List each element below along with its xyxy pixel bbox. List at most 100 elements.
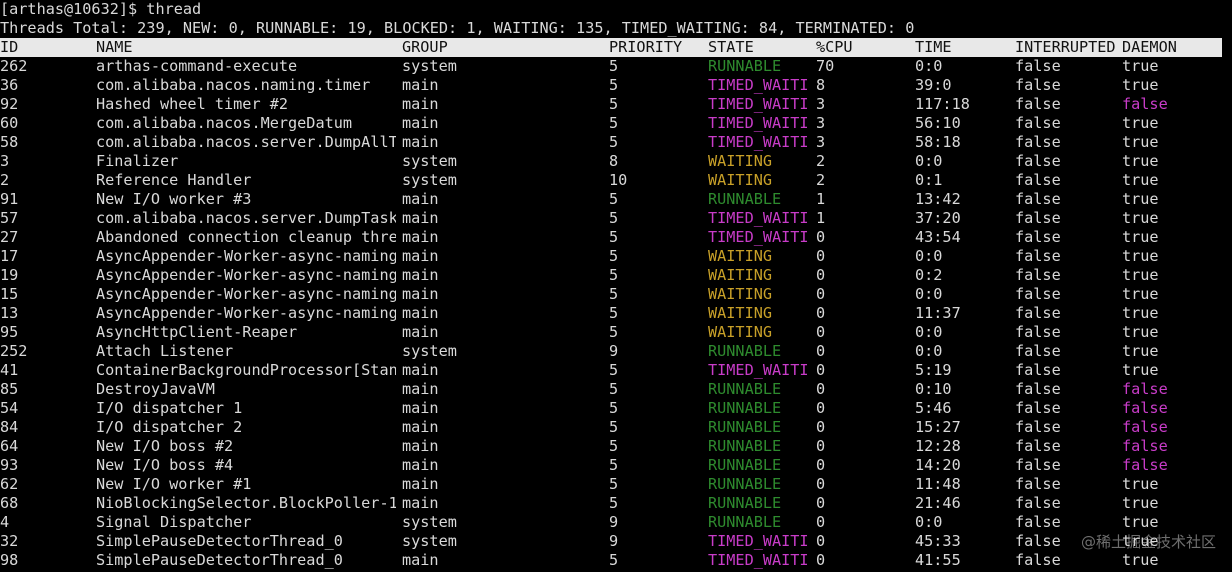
cell-cpu: 0 [816, 513, 826, 531]
cell-interrupted: false [1015, 152, 1061, 170]
header-daemon: DAEMON [1122, 38, 1177, 56]
cell-time: 0:0 [915, 285, 943, 303]
cell-cpu: 0 [816, 532, 826, 550]
cell-cpu: 0 [816, 342, 826, 360]
table-row: 4 Signal Dispatcher system 9 RUNNABLE 0 0:0 fal… [0, 513, 1222, 532]
cell-group: main [402, 228, 439, 246]
cell-group: system [402, 57, 457, 75]
cell-state: TIMED_WAITI [708, 133, 809, 151]
command-prompt: [arthas@10632]$ thread [0, 0, 202, 18]
cell-time: 12:28 [915, 437, 961, 455]
cell-name: AsyncAppender-Worker-async-naming [96, 266, 396, 284]
cell-priority: 8 [609, 152, 619, 170]
cell-interrupted: false [1015, 323, 1061, 341]
cell-id: 85 [0, 380, 19, 398]
cell-name: I/O dispatcher 1 [96, 399, 243, 417]
cell-id: 17 [0, 247, 19, 265]
table-row: 68 NioBlockingSelector.BlockPoller-1 main 5… [0, 494, 1222, 513]
cell-time: 5:46 [915, 399, 952, 417]
cell-name: arthas-command-execute [96, 57, 298, 75]
table-row: 15 AsyncAppender-Worker-async-naming main 5… [0, 285, 1222, 304]
cell-time: 41:55 [915, 551, 961, 569]
cell-cpu: 0 [816, 399, 826, 417]
table-row: 13 AsyncAppender-Worker-async-naming main 5… [0, 304, 1222, 323]
table-row: 60 com.alibaba.nacos.MergeDatum main 5 TIMED… [0, 114, 1222, 133]
cell-time: 0:1 [915, 171, 943, 189]
cell-state: TIMED_WAITI [708, 551, 809, 569]
table-row: 27 Abandoned connection cleanup thre main 5… [0, 228, 1222, 247]
cell-state: WAITING [708, 285, 773, 303]
cell-cpu: 0 [816, 361, 826, 379]
cell-interrupted: false [1015, 437, 1061, 455]
cell-time: 45:33 [915, 532, 961, 550]
cell-time: 0:2 [915, 266, 943, 284]
cell-interrupted: false [1015, 399, 1061, 417]
cell-daemon: true [1122, 361, 1159, 379]
cell-state: RUNNABLE [708, 494, 782, 512]
cell-group: main [402, 551, 439, 569]
cell-cpu: 2 [816, 152, 826, 170]
cell-interrupted: false [1015, 209, 1061, 227]
cell-time: 0:0 [915, 152, 943, 170]
cell-state: RUNNABLE [708, 380, 782, 398]
cell-cpu: 0 [816, 551, 826, 569]
table-row: 91 New I/O worker #3 main 5 RUNNABLE 1 13:42 fa… [0, 190, 1222, 209]
cell-name: com.alibaba.nacos.server.DumpTask [96, 209, 396, 227]
cell-name: NioBlockingSelector.BlockPoller-1 [96, 494, 396, 512]
header-priority: PRIORITY [609, 38, 683, 56]
table-row: 84 I/O dispatcher 2 main 5 RUNNABLE 0 15:27 fal… [0, 418, 1222, 437]
cell-name: DestroyJavaVM [96, 380, 215, 398]
cell-cpu: 3 [816, 133, 826, 151]
cell-group: system [402, 342, 457, 360]
cell-time: 117:18 [915, 95, 970, 113]
cell-priority: 9 [609, 532, 619, 550]
cell-time: 0:0 [915, 57, 943, 75]
cell-group: main [402, 380, 439, 398]
cell-priority: 5 [609, 95, 619, 113]
cell-state: WAITING [708, 266, 773, 284]
cell-id: 54 [0, 399, 19, 417]
cell-priority: 5 [609, 57, 619, 75]
cell-cpu: 0 [816, 437, 826, 455]
cell-cpu: 0 [816, 475, 826, 493]
cell-id: 98 [0, 551, 19, 569]
cell-interrupted: false [1015, 380, 1061, 398]
cell-cpu: 0 [816, 323, 826, 341]
cell-state: TIMED_WAITI [708, 95, 809, 113]
cell-daemon: false [1122, 380, 1168, 398]
cell-time: 13:42 [915, 190, 961, 208]
cell-priority: 5 [609, 228, 619, 246]
cell-group: system [402, 532, 457, 550]
cell-name: AsyncAppender-Worker-async-naming [96, 304, 396, 322]
cell-name: New I/O worker #1 [96, 475, 252, 493]
cell-state: WAITING [708, 247, 773, 265]
header-id: ID [0, 38, 19, 56]
table-row: 3 Finalizer system 8 WAITING 2 0:0 false true [0, 152, 1222, 171]
cell-group: main [402, 361, 439, 379]
cell-group: main [402, 494, 439, 512]
cell-cpu: 3 [816, 114, 826, 132]
cell-time: 15:27 [915, 418, 961, 436]
cell-id: 95 [0, 323, 19, 341]
cell-interrupted: false [1015, 57, 1061, 75]
cell-state: RUNNABLE [708, 513, 782, 531]
cell-interrupted: false [1015, 342, 1061, 360]
header-group: GROUP [402, 38, 448, 56]
cell-priority: 5 [609, 380, 619, 398]
cell-state: RUNNABLE [708, 399, 782, 417]
cell-id: 41 [0, 361, 19, 379]
cell-state: RUNNABLE [708, 437, 782, 455]
cell-priority: 5 [609, 285, 619, 303]
cell-cpu: 0 [816, 456, 826, 474]
cell-group: main [402, 209, 439, 227]
cell-id: 91 [0, 190, 19, 208]
table-row: 41 ContainerBackgroundProcessor[Stan main 5… [0, 361, 1222, 380]
cell-daemon: true [1122, 152, 1159, 170]
cell-state: TIMED_WAITI [708, 532, 809, 550]
cell-id: 15 [0, 285, 19, 303]
cell-interrupted: false [1015, 266, 1061, 284]
cell-state: TIMED_WAITI [708, 361, 809, 379]
cell-cpu: 0 [816, 380, 826, 398]
cell-name: Signal Dispatcher [96, 513, 252, 531]
cell-state: WAITING [708, 323, 773, 341]
